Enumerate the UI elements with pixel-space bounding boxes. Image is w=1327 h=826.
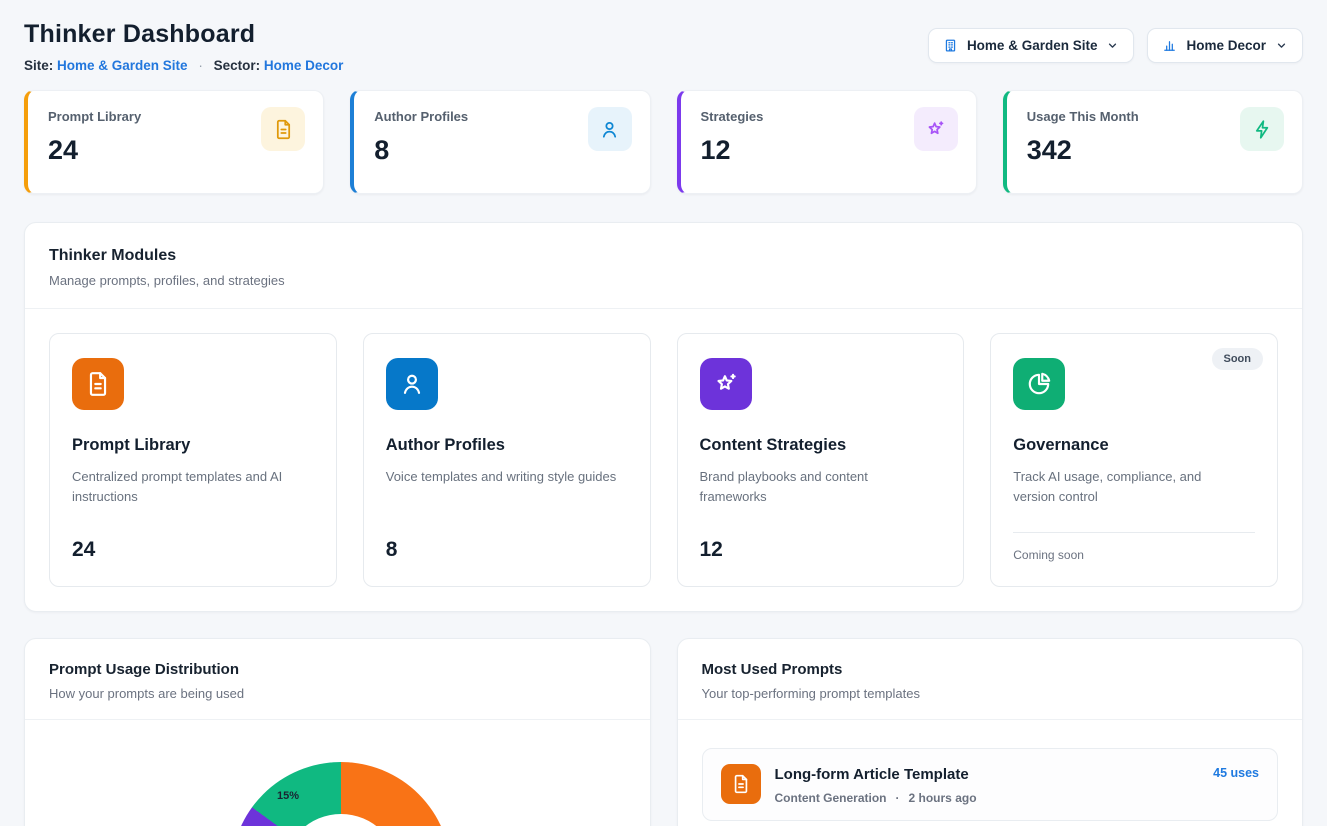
most-used-subtitle: Your top-performing prompt templates	[702, 686, 1279, 701]
module-count: 24	[72, 538, 314, 562]
prompt-time: 2 hours ago	[909, 791, 977, 805]
usage-panel-subtitle: How your prompts are being used	[49, 686, 626, 701]
stat-card-usage: Usage This Month 342	[1003, 90, 1303, 194]
building-icon	[943, 38, 958, 53]
breadcrumb: Site: Home & Garden Site · Sector: Home …	[24, 58, 343, 73]
prompt-uses-badge: 45 uses	[1213, 766, 1259, 780]
prompt-title: Long-form Article Template	[775, 766, 1200, 783]
module-description: Centralized prompt templates and AI inst…	[72, 467, 304, 507]
chevron-down-icon	[1106, 39, 1119, 52]
prompt-info: Long-form Article Template Content Gener…	[775, 764, 1200, 805]
module-card-author-profiles[interactable]: Author Profiles Voice templates and writ…	[363, 333, 651, 587]
module-title: Content Strategies	[700, 436, 942, 455]
site-selector-label: Home & Garden Site	[967, 38, 1098, 53]
stat-card-prompt-library: Prompt Library 24	[24, 90, 324, 194]
module-title: Prompt Library	[72, 436, 314, 455]
sparkle-icon	[700, 358, 752, 410]
bolt-icon	[1240, 107, 1284, 151]
module-count: 8	[386, 538, 628, 562]
prompt-category: Content Generation	[775, 791, 887, 805]
breadcrumb-separator: ·	[198, 58, 203, 73]
person-icon	[386, 358, 438, 410]
modules-grid: Prompt Library Centralized prompt templa…	[25, 309, 1302, 611]
coming-soon-label: Coming soon	[1013, 532, 1255, 562]
header-actions: Home & Garden Site Home Decor	[928, 28, 1303, 63]
modules-subtitle: Manage prompts, profiles, and strategies	[49, 273, 1278, 288]
module-title: Author Profiles	[386, 436, 628, 455]
dashboard-page: Thinker Dashboard Site: Home & Garden Si…	[0, 0, 1327, 826]
sparkle-icon	[914, 107, 958, 151]
page-header: Thinker Dashboard Site: Home & Garden Si…	[24, 20, 1303, 73]
meta-separator: ·	[896, 791, 900, 805]
module-card-governance[interactable]: Soon Governance Track AI usage, complian…	[990, 333, 1278, 587]
stats-row: Prompt Library 24 Author Profiles 8 Stra…	[24, 90, 1303, 194]
header-left: Thinker Dashboard Site: Home & Garden Si…	[24, 20, 343, 73]
site-selector-dropdown[interactable]: Home & Garden Site	[928, 28, 1135, 63]
sector-link[interactable]: Home Decor	[264, 58, 344, 73]
module-description: Voice templates and writing style guides	[386, 467, 618, 487]
document-icon	[72, 358, 124, 410]
donut-segment-label: 15%	[277, 790, 299, 802]
pie-chart-icon	[1013, 358, 1065, 410]
chevron-down-icon	[1275, 39, 1288, 52]
module-title: Governance	[1013, 436, 1255, 455]
prompt-meta: Content Generation · 2 hours ago	[775, 791, 1200, 805]
site-link[interactable]: Home & Garden Site	[57, 58, 188, 73]
module-card-prompt-library[interactable]: Prompt Library Centralized prompt templa…	[49, 333, 337, 587]
prompt-list: Long-form Article Template Content Gener…	[678, 720, 1303, 826]
usage-panel-title: Prompt Usage Distribution	[49, 661, 626, 678]
document-icon	[261, 107, 305, 151]
most-used-header: Most Used Prompts Your top-performing pr…	[678, 639, 1303, 720]
bottom-row: Prompt Usage Distribution How your promp…	[24, 638, 1303, 826]
sector-selector-label: Home Decor	[1186, 38, 1266, 53]
stat-card-author-profiles: Author Profiles 8	[350, 90, 650, 194]
thinker-modules-section: Thinker Modules Manage prompts, profiles…	[24, 222, 1303, 612]
usage-distribution-panel: Prompt Usage Distribution How your promp…	[24, 638, 651, 826]
document-icon	[721, 764, 761, 804]
stat-card-strategies: Strategies 12	[677, 90, 977, 194]
soon-badge: Soon	[1212, 348, 1264, 370]
person-icon	[588, 107, 632, 151]
most-used-prompts-panel: Most Used Prompts Your top-performing pr…	[677, 638, 1304, 826]
bar-chart-icon	[1162, 38, 1177, 53]
sector-selector-dropdown[interactable]: Home Decor	[1147, 28, 1303, 63]
modules-title: Thinker Modules	[49, 247, 1278, 265]
module-description: Brand playbooks and content frameworks	[700, 467, 932, 507]
list-item-long-form-article[interactable]: Long-form Article Template Content Gener…	[702, 748, 1279, 821]
donut-chart-area: 15%	[25, 720, 650, 826]
module-description: Track AI usage, compliance, and version …	[1013, 467, 1245, 507]
sector-label: Sector:	[214, 58, 261, 73]
site-label: Site:	[24, 58, 53, 73]
usage-panel-header: Prompt Usage Distribution How your promp…	[25, 639, 650, 720]
most-used-title: Most Used Prompts	[702, 661, 1279, 678]
donut-chart	[231, 762, 451, 826]
module-count: 12	[700, 538, 942, 562]
page-title: Thinker Dashboard	[24, 20, 343, 49]
module-card-content-strategies[interactable]: Content Strategies Brand playbooks and c…	[677, 333, 965, 587]
modules-header: Thinker Modules Manage prompts, profiles…	[25, 223, 1302, 309]
